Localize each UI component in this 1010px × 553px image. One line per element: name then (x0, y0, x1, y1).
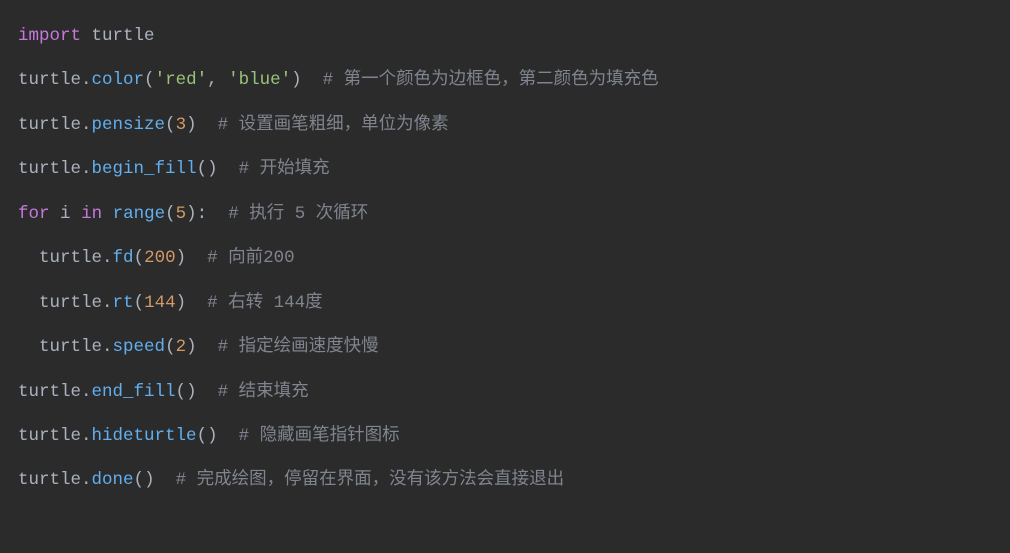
object-token: turtle (18, 382, 81, 402)
comment-token: # 向前200 (207, 248, 295, 268)
function-token: rt (113, 293, 134, 313)
variable-token: i (60, 204, 71, 224)
object-token: turtle (18, 470, 81, 490)
function-token: fd (113, 248, 134, 268)
punct-token: . (81, 382, 92, 402)
comment-token: # 右转 144度 (207, 293, 323, 313)
punct-token: . (102, 337, 113, 357)
punct-token: . (81, 470, 92, 490)
code-line: turtle.done() # 完成绘图，停留在界面，没有该方法会直接退出 (18, 470, 564, 490)
keyword-token: import (18, 26, 81, 46)
punct-token: ) (176, 248, 187, 268)
punct-token: . (102, 248, 113, 268)
comment-token: # 执行 5 次循环 (228, 204, 368, 224)
builtin-token: range (113, 204, 166, 224)
function-token: speed (113, 337, 166, 357)
punct-token: ( (165, 204, 176, 224)
comment-token: # 设置画笔粗细，单位为像素 (218, 115, 449, 135)
comment-token: # 第一个颜色为边框色，第二颜色为填充色 (323, 70, 659, 90)
punct-token: . (81, 70, 92, 90)
punct-token: ( (165, 115, 176, 135)
object-token: turtle (18, 115, 81, 135)
punct-token: ) (144, 470, 155, 490)
punct-token: ( (165, 337, 176, 357)
punct-token: . (81, 115, 92, 135)
punct-token: ) (186, 204, 197, 224)
comment-token: # 指定绘画速度快慢 (218, 337, 379, 357)
punct-token: ) (207, 159, 218, 179)
keyword-token: in (81, 204, 102, 224)
punct-token: ( (197, 426, 208, 446)
code-line: turtle.speed(2) # 指定绘画速度快慢 (18, 337, 379, 357)
function-token: end_fill (92, 382, 176, 402)
punct-token: . (81, 426, 92, 446)
punct-token: ( (197, 159, 208, 179)
code-line: turtle.pensize(3) # 设置画笔粗细，单位为像素 (18, 115, 449, 135)
number-token: 3 (176, 115, 187, 135)
string-token: 'blue' (228, 70, 291, 90)
function-token: color (92, 70, 145, 90)
comment-token: # 隐藏画笔指针图标 (239, 426, 400, 446)
string-token: 'red' (155, 70, 208, 90)
punct-token: ( (134, 293, 145, 313)
punct-token: ) (186, 382, 197, 402)
punct-token: ) (186, 337, 197, 357)
function-token: pensize (92, 115, 166, 135)
code-line: turtle.hideturtle() # 隐藏画笔指针图标 (18, 426, 400, 446)
code-line: import turtle (18, 26, 155, 46)
punct-token: ) (207, 426, 218, 446)
punct-token: ) (291, 70, 302, 90)
module-token: turtle (92, 26, 155, 46)
function-token: begin_fill (92, 159, 197, 179)
punct-token: ( (134, 470, 145, 490)
object-token: turtle (18, 70, 81, 90)
code-line: for i in range(5): # 执行 5 次循环 (18, 204, 368, 224)
object-token: turtle (18, 159, 81, 179)
code-line: turtle.begin_fill() # 开始填充 (18, 159, 330, 179)
keyword-token: for (18, 204, 50, 224)
code-block: import turtle turtle.color('red', 'blue'… (0, 0, 1010, 517)
function-token: done (92, 470, 134, 490)
code-line: turtle.rt(144) # 右转 144度 (18, 293, 323, 313)
punct-token: . (102, 293, 113, 313)
comment-token: # 开始填充 (239, 159, 330, 179)
punct-token: : (197, 204, 208, 224)
number-token: 2 (176, 337, 187, 357)
comment-token: # 结束填充 (218, 382, 309, 402)
punct-token: ( (144, 70, 155, 90)
object-token: turtle (39, 248, 102, 268)
comment-token: # 完成绘图，停留在界面，没有该方法会直接退出 (176, 470, 565, 490)
punct-token: ) (186, 115, 197, 135)
object-token: turtle (39, 337, 102, 357)
punct-token: , (207, 70, 218, 90)
object-token: turtle (18, 426, 81, 446)
number-token: 5 (176, 204, 187, 224)
number-token: 144 (144, 293, 176, 313)
code-line: turtle.color('red', 'blue') # 第一个颜色为边框色，… (18, 70, 659, 90)
punct-token: . (81, 159, 92, 179)
punct-token: ( (176, 382, 187, 402)
punct-token: ( (134, 248, 145, 268)
code-line: turtle.end_fill() # 结束填充 (18, 382, 309, 402)
number-token: 200 (144, 248, 176, 268)
punct-token: ) (176, 293, 187, 313)
code-line: turtle.fd(200) # 向前200 (18, 248, 295, 268)
object-token: turtle (39, 293, 102, 313)
function-token: hideturtle (92, 426, 197, 446)
